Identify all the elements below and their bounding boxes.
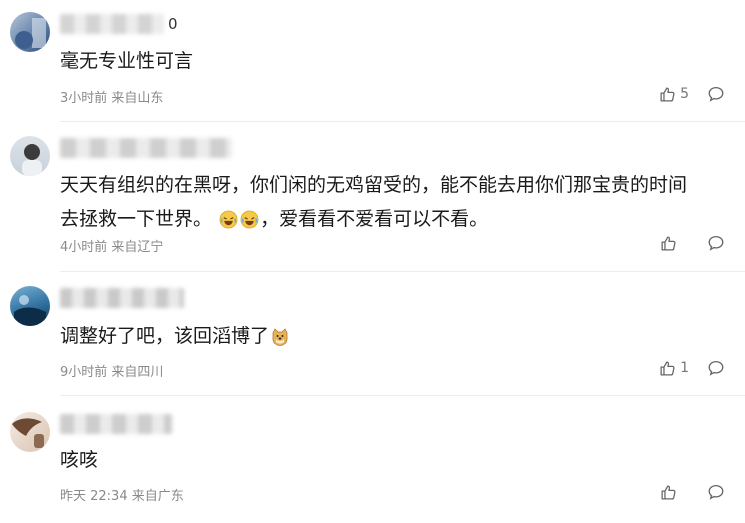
comment-text-line-1: 天天有组织的在黑呀，你们闲的无鸡留受的，能不能去用你们那宝贵的时间 [60, 174, 688, 196]
reply-button[interactable] [707, 85, 725, 103]
thumbs-up-icon [661, 235, 676, 251]
like-count: 1 [680, 360, 689, 376]
avatar-image [15, 18, 46, 49]
comment-text: 毫无专业性可言 [60, 50, 194, 72]
username-blurred[interactable] [60, 288, 184, 308]
avatar[interactable] [10, 12, 50, 52]
comment-bubble-icon [708, 235, 724, 251]
comment-text-part: ，爱看看不爱看可以不看。 [260, 208, 489, 230]
comment-item: 调整好了吧，该回滔博了 9小时前 来自四川 1 [0, 272, 745, 396]
avatar-image [12, 418, 44, 448]
comment-item: 天天有组织的在黑呀，你们闲的无鸡留受的，能不能去用你们那宝贵的时间 去拯救一下世… [0, 122, 745, 272]
like-count: 5 [680, 86, 689, 102]
comment-bubble-icon [708, 86, 724, 102]
avatar-image [22, 144, 42, 176]
comment-meta: 4小时前 来自辽宁 [60, 240, 164, 255]
comment-text-part: 调整好了吧，该回滔博了 [60, 325, 270, 347]
username-blurred[interactable] [60, 14, 164, 34]
avatar[interactable] [10, 286, 50, 326]
comment-meta: 昨天 22:34 来自广东 [60, 489, 184, 504]
comment-bubble-icon [708, 484, 724, 500]
comment-actions [660, 234, 725, 252]
comment-actions: 5 [659, 85, 725, 103]
comment-meta: 9小时前 来自四川 [60, 365, 164, 380]
thumbs-up-icon [660, 360, 675, 376]
username-suffix: 0 [168, 15, 178, 33]
comment-item: 0 毫无专业性可言 3小时前 来自山东 5 [0, 0, 745, 122]
comment-text-line-2: 去拯救一下世界。 ，爱看看不爱看可以不看。 [60, 202, 705, 236]
like-button[interactable]: 5 [659, 86, 689, 103]
comment-actions [660, 483, 725, 501]
laughing-tears-emoji [219, 210, 238, 229]
comment-text: 调整好了吧，该回滔博了 [60, 319, 705, 353]
avatar-image [14, 295, 46, 326]
comment-item: 咳咳 昨天 22:34 来自广东 [0, 396, 745, 523]
comment-text-part: 去拯救一下世界。 [60, 208, 213, 230]
username-blurred[interactable] [60, 138, 232, 158]
reply-button[interactable] [707, 234, 725, 252]
reply-button[interactable] [707, 483, 725, 501]
laughing-tears-emoji [240, 210, 259, 229]
doge-emoji [272, 327, 288, 346]
username-blurred[interactable] [60, 414, 172, 434]
reply-button[interactable] [707, 359, 725, 377]
comment-text: 咳咳 [60, 449, 99, 471]
comment-bubble-icon [708, 360, 724, 376]
thumbs-up-icon [660, 86, 675, 102]
thumbs-up-icon [661, 484, 676, 500]
like-button[interactable]: 1 [659, 360, 689, 377]
comment-meta: 3小时前 来自山东 [60, 91, 164, 106]
like-button[interactable] [660, 484, 689, 501]
avatar[interactable] [10, 412, 50, 452]
avatar[interactable] [10, 136, 50, 176]
like-button[interactable] [660, 235, 689, 252]
comment-actions: 1 [659, 359, 725, 377]
comment-text: 天天有组织的在黑呀，你们闲的无鸡留受的，能不能去用你们那宝贵的时间 去拯救一下世… [60, 168, 705, 236]
